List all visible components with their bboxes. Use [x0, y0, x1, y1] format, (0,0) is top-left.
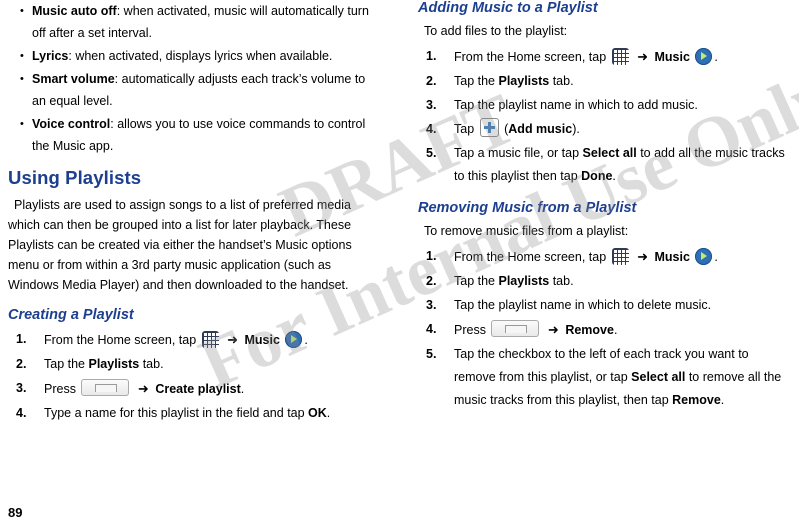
step-number: 4.: [426, 122, 437, 136]
list-item: 1. From the Home screen, tap ➜ Music .: [8, 328, 378, 352]
arrow-icon: ➜: [227, 332, 239, 347]
arrow-icon: ➜: [137, 381, 149, 396]
emphasis-text: Playlists: [498, 74, 550, 88]
step-number: 1.: [426, 249, 437, 263]
list-item: 1. From the Home screen, tap ➜ Music .: [418, 245, 788, 269]
emphasis-text: Music: [244, 333, 280, 347]
page-title: Using Playlists: [8, 167, 142, 188]
music-player-icon: [285, 331, 303, 348]
emphasis-text: Playlists: [498, 274, 550, 288]
menu-key-icon: [81, 379, 130, 396]
apps-grid-icon: [611, 248, 629, 265]
adding-music-steps: 1. From the Home screen, tap ➜ Music . 2. T…: [418, 45, 788, 188]
bullet-term: Voice control: [32, 117, 111, 131]
emphasis-text: Done: [581, 169, 613, 183]
left-column: • Music auto off: when activated, music w…: [8, 0, 378, 426]
creating-playlist-heading: Creating a Playlist: [8, 307, 134, 323]
bullet-term: Smart volume: [32, 72, 115, 86]
removing-music-heading: Removing Music from a Playlist: [418, 200, 637, 216]
creating-playlist-steps: 1. From the Home screen, tap ➜ Music . 2. T…: [8, 328, 378, 425]
list-item: 4. Tap (Add music).: [418, 118, 788, 141]
adding-music-heading: Adding Music to a Playlist: [418, 0, 598, 16]
removing-music-intro: To remove music files from a playlist:: [424, 224, 629, 238]
step-number: 4.: [16, 406, 27, 420]
bullet-dot-icon: •: [20, 118, 24, 130]
add-music-icon: [479, 118, 499, 137]
step-number: 5.: [426, 347, 437, 361]
step-number: 2.: [16, 357, 27, 371]
apps-grid-icon: [611, 48, 629, 65]
list-item: • Lyrics: when activated, displays lyrics…: [8, 45, 378, 67]
menu-key-icon: [491, 320, 540, 337]
emphasis-text: Playlists: [88, 357, 140, 371]
right-column: Adding Music to a Playlist To add files …: [418, 0, 788, 413]
page-number: 89: [8, 505, 23, 520]
arrow-icon: ➜: [637, 249, 649, 264]
list-item: 5. Tap a music file, or tap Select all to…: [418, 142, 788, 188]
adding-music-intro: To add files to the playlist:: [424, 24, 568, 38]
removing-music-steps: 1. From the Home screen, tap ➜ Music . 2. T…: [418, 245, 788, 412]
step-number: 5.: [426, 146, 437, 160]
arrow-icon: ➜: [547, 322, 559, 337]
music-player-icon: [695, 48, 713, 65]
step-number: 1.: [16, 332, 27, 346]
bullet-term: Music auto off: [32, 4, 117, 18]
emphasis-text: Select all: [582, 146, 637, 160]
emphasis-text: Add music: [508, 122, 573, 136]
step-number: 2.: [426, 274, 437, 288]
emphasis-text: Music: [654, 50, 690, 64]
apps-grid-icon: [201, 331, 219, 348]
music-player-icon: [695, 248, 713, 265]
list-item: 3. Press ➜ Create playlist.: [8, 377, 378, 401]
list-item: • Voice control: allows you to use voice …: [8, 113, 378, 157]
list-item: 5. Tap the checkbox to the left of each t…: [418, 343, 788, 412]
step-number: 3.: [16, 381, 27, 395]
step-number: 4.: [426, 322, 437, 336]
step-number: 3.: [426, 298, 437, 312]
list-item: 3. Tap the playlist name in which to add …: [418, 94, 788, 117]
list-item: 2. Tap the Playlists tab.: [418, 270, 788, 293]
step-number: 3.: [426, 98, 437, 112]
feature-bullet-list: • Music auto off: when activated, music w…: [8, 0, 378, 157]
emphasis-text: OK: [308, 406, 327, 420]
list-item: • Smart volume: automatically adjusts eac…: [8, 68, 378, 112]
manual-page: • Music auto off: when activated, music w…: [0, 0, 799, 526]
list-item: 4. Press ➜ Remove.: [418, 318, 788, 342]
list-item: 2. Tap the Playlists tab.: [8, 353, 378, 376]
list-item: 2. Tap the Playlists tab.: [418, 70, 788, 93]
emphasis-text: Select all: [631, 370, 686, 384]
emphasis-text: Remove: [565, 323, 614, 337]
intro-paragraph: Playlists are used to assign songs to a …: [8, 198, 352, 292]
emphasis-text: Create playlist: [155, 382, 241, 396]
emphasis-text: Music: [654, 250, 690, 264]
list-item: • Music auto off: when activated, music w…: [8, 0, 378, 44]
bullet-dot-icon: •: [20, 73, 24, 85]
bullet-dot-icon: •: [20, 50, 24, 62]
arrow-icon: ➜: [637, 49, 649, 64]
step-number: 2.: [426, 74, 437, 88]
list-item: 4. Type a name for this playlist in the f…: [8, 402, 378, 425]
emphasis-text: Remove: [672, 393, 721, 407]
step-number: 1.: [426, 49, 437, 63]
list-item: 1. From the Home screen, tap ➜ Music .: [418, 45, 788, 69]
bullet-term: Lyrics: [32, 49, 69, 63]
list-item: 3. Tap the playlist name in which to dele…: [418, 294, 788, 317]
bullet-dot-icon: •: [20, 5, 24, 17]
